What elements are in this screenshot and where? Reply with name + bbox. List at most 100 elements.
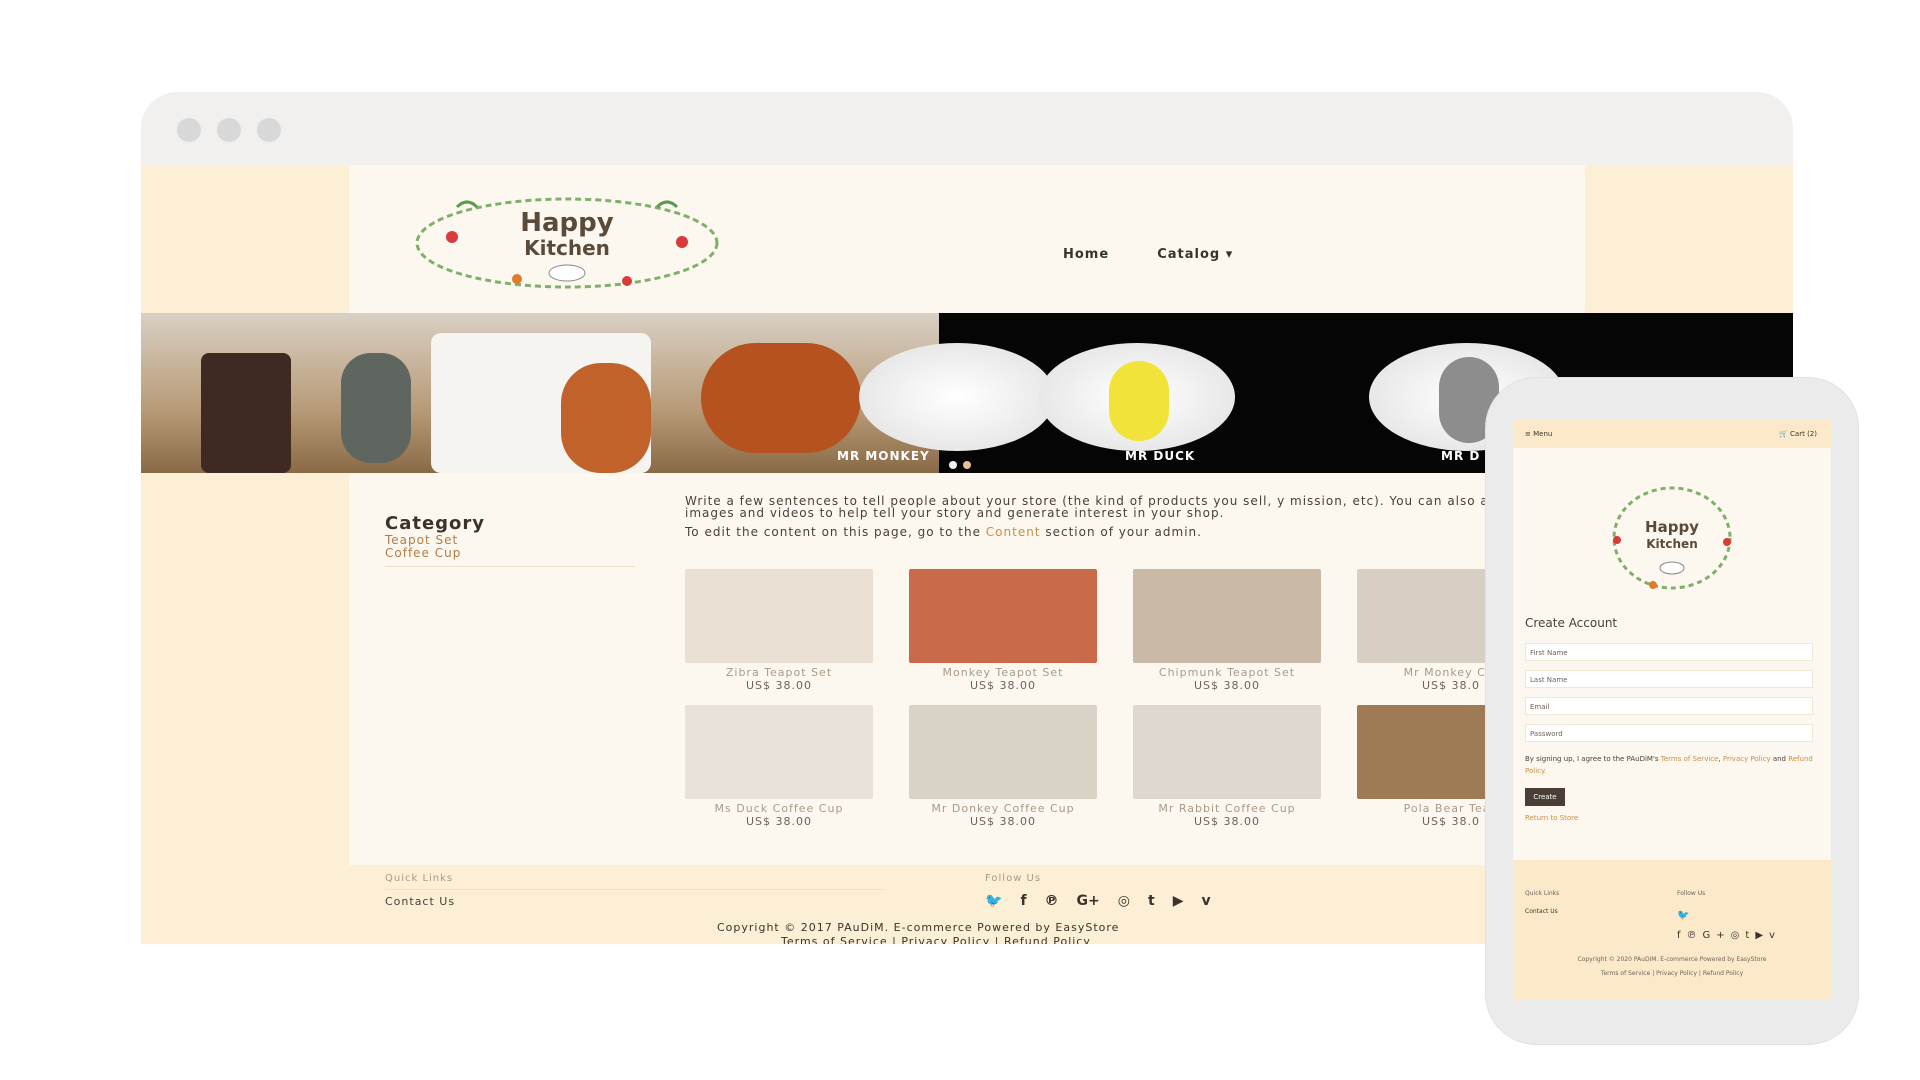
carousel-dot-1[interactable] <box>949 461 957 469</box>
tumblr-icon[interactable]: t <box>1148 893 1155 909</box>
intro-edit-text-end: section of your admin. <box>1040 525 1202 539</box>
google-plus-icon[interactable]: G+ <box>1077 893 1100 909</box>
product-image[interactable] <box>909 705 1097 799</box>
mobile-logo[interactable]: Happy Kitchen <box>1603 480 1741 600</box>
category-sidebar: Category Teapot Set Coffee Cup <box>385 513 635 567</box>
duck-figure <box>1109 361 1169 441</box>
nav-home[interactable]: Home <box>1063 247 1109 262</box>
mobile-quick-links-heading: Quick Links <box>1525 890 1560 897</box>
product-name[interactable]: Chipmunk Teapot Set <box>1133 666 1321 679</box>
product-price: US$ 38.00 <box>1193 815 1261 828</box>
product-grid: Zibra Teapot Set US$ 38.00 Monkey Teapot… <box>685 569 1565 834</box>
product-card[interactable]: Monkey Teapot Set US$ 38.00 <box>909 569 1097 692</box>
mobile-social-links: 🐦 f℗G+◎t▶v <box>1677 906 1797 946</box>
product-name[interactable]: Mr Donkey Coffee Cup <box>909 802 1097 815</box>
privacy-policy-link[interactable]: Privacy Policy <box>1723 755 1771 763</box>
banner-donkey-figure <box>341 353 411 463</box>
product-name[interactable]: Mr Rabbit Coffee Cup <box>1133 802 1321 815</box>
mobile-follow-heading: Follow Us <box>1677 890 1706 897</box>
mobile-footer: Quick Links Contact Us Follow Us 🐦 f℗G+◎t… <box>1513 860 1831 1000</box>
mobile-policy-links[interactable]: Terms of Service | Privacy Policy | Refu… <box>1513 970 1831 977</box>
carousel-dot-2[interactable] <box>963 461 971 469</box>
vimeo-icon[interactable]: v <box>1769 930 1781 941</box>
instagram-icon[interactable]: ◎ <box>1731 930 1746 941</box>
terms-of-service-link[interactable]: Terms of Service <box>1661 755 1719 763</box>
first-name-field[interactable]: First Name <box>1525 643 1813 661</box>
mobile-contact-link[interactable]: Contact Us <box>1525 908 1558 915</box>
close-dot[interactable] <box>177 118 201 142</box>
quick-links-divider <box>385 889 885 890</box>
last-name-field[interactable]: Last Name <box>1525 670 1813 688</box>
return-to-store-link[interactable]: Return to Store <box>1525 814 1578 822</box>
content-link[interactable]: Content <box>986 525 1041 539</box>
create-button[interactable]: Create <box>1525 788 1565 806</box>
product-name[interactable]: Monkey Teapot Set <box>909 666 1097 679</box>
product-image[interactable] <box>685 705 873 799</box>
twitter-icon[interactable]: 🐦 <box>985 893 1002 909</box>
mobile-logo-happy: Happy <box>1645 518 1699 536</box>
category-title: Category <box>385 513 486 534</box>
tumblr-icon[interactable]: t <box>1745 930 1755 941</box>
mobile-menu-label: Menu <box>1533 430 1553 438</box>
product-card[interactable]: Mr Donkey Coffee Cup US$ 38.00 <box>909 705 1097 828</box>
product-card[interactable]: Mr Rabbit Coffee Cup US$ 38.00 <box>1133 705 1321 828</box>
sidebar-divider <box>385 566 635 567</box>
instagram-icon[interactable]: ◎ <box>1118 893 1130 909</box>
intro-edit-text: To edit the content on this page, go to … <box>685 525 986 539</box>
product-card[interactable]: Ms Duck Coffee Cup US$ 38.00 <box>685 705 873 828</box>
contact-us-link[interactable]: Contact Us <box>385 895 455 908</box>
product-price: US$ 38.00 <box>745 679 813 692</box>
policy-links[interactable]: Terms of Service | Privacy Policy | Refu… <box>781 935 1091 944</box>
signup-terms: By signing up, I agree to the PAuDiM's T… <box>1525 753 1815 777</box>
hamburger-icon: ≡ <box>1525 430 1531 438</box>
pinterest-icon[interactable]: ℗ <box>1687 930 1703 941</box>
mobile-menu-button[interactable]: ≡ Menu <box>1525 430 1552 438</box>
maximize-dot[interactable] <box>257 118 281 142</box>
email-field[interactable]: Email <box>1525 697 1813 715</box>
product-name[interactable]: Ms Duck Coffee Cup <box>685 802 873 815</box>
youtube-icon[interactable]: ▶ <box>1173 893 1184 909</box>
page-content: Happy Kitchen Home Catalog ▾ MR MONKEY M… <box>141 165 1793 944</box>
product-image[interactable] <box>909 569 1097 663</box>
chevron-down-icon: ▾ <box>1225 247 1234 262</box>
product-image[interactable] <box>1133 569 1321 663</box>
banner-photo-mugs <box>141 313 939 473</box>
nav-catalog[interactable]: Catalog ▾ <box>1157 247 1233 262</box>
twitter-icon[interactable]: 🐦 <box>1677 910 1695 921</box>
product-price: US$ 38.00 <box>969 815 1037 828</box>
banner-caption-3: MR D <box>1441 449 1481 463</box>
youtube-icon[interactable]: ▶ <box>1755 930 1769 941</box>
window-controls <box>177 118 281 142</box>
mobile-screen: ≡ Menu 🛒 Cart (2) Happy Kitchen Create A… <box>1513 420 1831 1000</box>
product-price: US$ 38.00 <box>745 815 813 828</box>
mobile-cart-button[interactable]: 🛒 Cart (2) <box>1779 430 1817 438</box>
product-image[interactable] <box>685 569 873 663</box>
facebook-icon[interactable]: f <box>1020 893 1026 909</box>
banner-monkey-figure-large <box>701 343 861 453</box>
category-link-coffee-cup[interactable]: Coffee Cup <box>385 547 635 560</box>
mobile-cart-label: Cart (2) <box>1790 430 1817 438</box>
happy-kitchen-logo[interactable]: Happy Kitchen <box>397 187 737 297</box>
store-intro: Write a few sentences to tell people abo… <box>685 495 1515 545</box>
password-field[interactable]: Password <box>1525 724 1813 742</box>
minimize-dot[interactable] <box>217 118 241 142</box>
banner-caption-1: MR MONKEY <box>837 449 930 463</box>
product-name[interactable]: Zibra Teapot Set <box>685 666 873 679</box>
product-price: US$ 38.00 <box>969 679 1037 692</box>
google-plus-icon[interactable]: G+ <box>1703 930 1731 941</box>
product-card[interactable]: Chipmunk Teapot Set US$ 38.00 <box>1133 569 1321 692</box>
pinterest-icon[interactable]: ℗ <box>1045 893 1059 909</box>
terms-prefix: By signing up, I agree to the PAuDiM's <box>1525 755 1661 763</box>
product-card[interactable]: Zibra Teapot Set US$ 38.00 <box>685 569 873 692</box>
logo-text-happy: Happy <box>520 208 614 238</box>
banner-circle-duck <box>1039 343 1235 451</box>
carousel-indicators <box>949 461 971 469</box>
vimeo-icon[interactable]: v <box>1201 893 1210 909</box>
banner-caption-2: MR DUCK <box>1125 449 1196 463</box>
follow-us-heading: Follow Us <box>985 873 1042 884</box>
banner-mug-dark <box>201 353 291 473</box>
mobile-logo-kitchen: Kitchen <box>1646 537 1698 551</box>
facebook-icon[interactable]: f <box>1677 930 1687 941</box>
product-image[interactable] <box>1133 705 1321 799</box>
logo-text-kitchen: Kitchen <box>524 236 610 260</box>
